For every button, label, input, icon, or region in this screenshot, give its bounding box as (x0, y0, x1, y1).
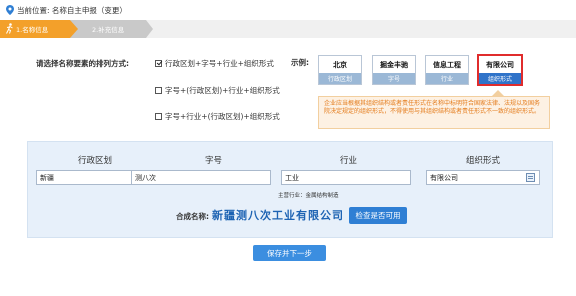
option-3-label: 字号+行业+(行政区划)+组织形式 (165, 112, 280, 121)
column-header-admin: 行政区划 (78, 156, 113, 166)
example-card-org-caption: 组织形式 (479, 73, 521, 84)
option-3[interactable]: 字号+行业+(行政区划)+组织形式 (155, 111, 280, 122)
option-3-checkbox[interactable] (155, 113, 162, 120)
example-card-org: 有限公司 组织形式 (477, 54, 523, 86)
option-1-label: 行政区划+字号+行业+组织形式 (165, 59, 274, 68)
example-card-brand-sample: 掘金丰驰 (380, 59, 408, 69)
example-card-admin-sample: 北京 (333, 59, 347, 69)
option-2-label: 字号+(行政区划)+行业+组织形式 (165, 86, 280, 95)
check-availability-button[interactable]: 检查是否可用 (349, 207, 407, 224)
brand-input-value: 测八次 (135, 173, 156, 182)
step-2[interactable]: 2.补充信息 (70, 20, 146, 38)
column-header-brand: 字号 (205, 156, 223, 166)
org-input[interactable]: 有限公司 (426, 170, 540, 185)
column-header-org: 组织形式 (466, 156, 501, 166)
location-text: 当前位置: 名称自主申报（变更） (17, 5, 127, 15)
location-bar: 当前位置: 名称自主申报（变更） (6, 4, 127, 16)
example-card-brand-caption: 字号 (373, 73, 415, 84)
org-form-warning: 企业应当根据其组织结构或者责任形式在名称中标明符合国家法律、法规以及国务院决定规… (318, 96, 550, 129)
step-1-arrow (70, 20, 78, 38)
combined-name-value: 新疆测八次工业有限公司 (212, 209, 344, 222)
location-pin-icon (6, 5, 14, 15)
step-1[interactable]: 1.名称信息 (0, 20, 70, 38)
option-2[interactable]: 字号+(行政区划)+行业+组织形式 (155, 85, 280, 96)
arrangement-question: 请选择名称要素的排列方式: (36, 59, 129, 68)
column-header-industry: 行业 (340, 156, 358, 166)
save-next-button[interactable]: 保存并下一步 (253, 245, 326, 261)
example-card-admin-caption: 行政区划 (319, 73, 361, 84)
example-card-industry-caption: 行业 (426, 73, 468, 84)
org-input-value: 有限公司 (430, 173, 458, 182)
option-1-checkbox[interactable] (155, 60, 162, 67)
option-2-checkbox[interactable] (155, 87, 162, 94)
runner-icon (6, 23, 13, 34)
combined-name-label: 合成名称: (176, 212, 209, 221)
main-industry-note: 主营行业：金属结构制造 (278, 193, 339, 199)
example-card-org-sample: 有限公司 (486, 59, 514, 69)
step-1-label: 1.名称信息 (16, 26, 49, 34)
example-card-brand: 掘金丰驰 字号 (372, 55, 416, 85)
step-2-label: 2.补充信息 (92, 26, 125, 34)
step-bar: 2.补充信息 1.名称信息 (0, 20, 576, 38)
example-label: 示例: (291, 58, 309, 67)
example-card-industry-sample: 信息工程 (433, 59, 461, 69)
industry-input[interactable]: 工业 (281, 170, 411, 185)
option-1[interactable]: 行政区划+字号+行业+组织形式 (155, 58, 274, 69)
example-card-admin: 北京 行政区划 (318, 55, 362, 85)
industry-input-value: 工业 (285, 173, 299, 182)
brand-input[interactable]: 测八次 (131, 170, 271, 185)
example-card-industry: 信息工程 行业 (425, 55, 469, 85)
admin-input-value: 新疆 (40, 173, 54, 182)
calendar-icon[interactable] (526, 173, 535, 182)
